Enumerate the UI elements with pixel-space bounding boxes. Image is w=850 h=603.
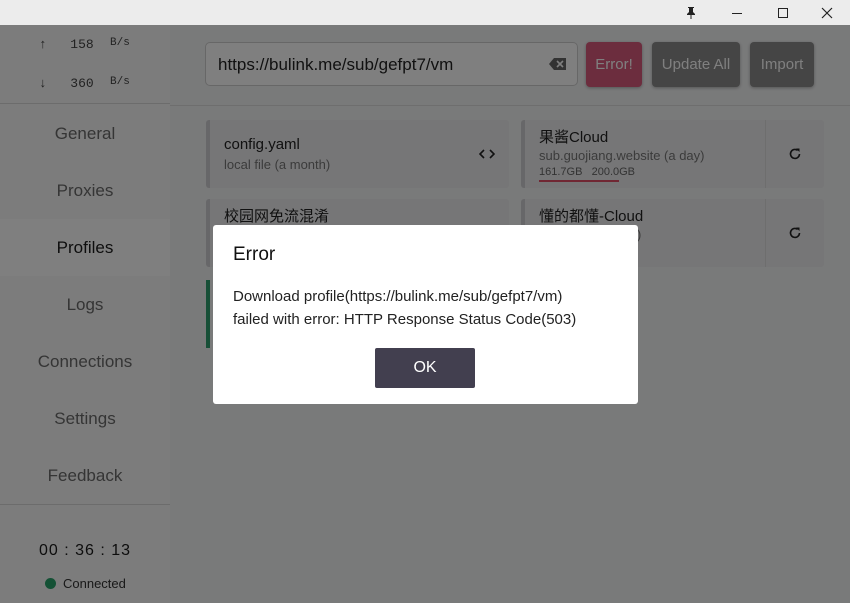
pin-icon[interactable] bbox=[668, 0, 714, 25]
dialog-message-line2: failed with error: HTTP Response Status … bbox=[233, 311, 577, 328]
dialog-message-line1: Download profile(https://bulink.me/sub/g… bbox=[233, 288, 563, 305]
maximize-icon[interactable] bbox=[760, 0, 806, 25]
dialog-title: Error bbox=[233, 244, 276, 265]
error-dialog: Error Download profile(https://bulink.me… bbox=[213, 225, 638, 404]
dialog-message: Download profile(https://bulink.me/sub/g… bbox=[233, 285, 623, 331]
title-bar bbox=[0, 0, 850, 25]
minimize-icon[interactable] bbox=[714, 0, 760, 25]
ok-button[interactable]: OK bbox=[375, 348, 475, 388]
close-icon[interactable] bbox=[804, 0, 850, 25]
